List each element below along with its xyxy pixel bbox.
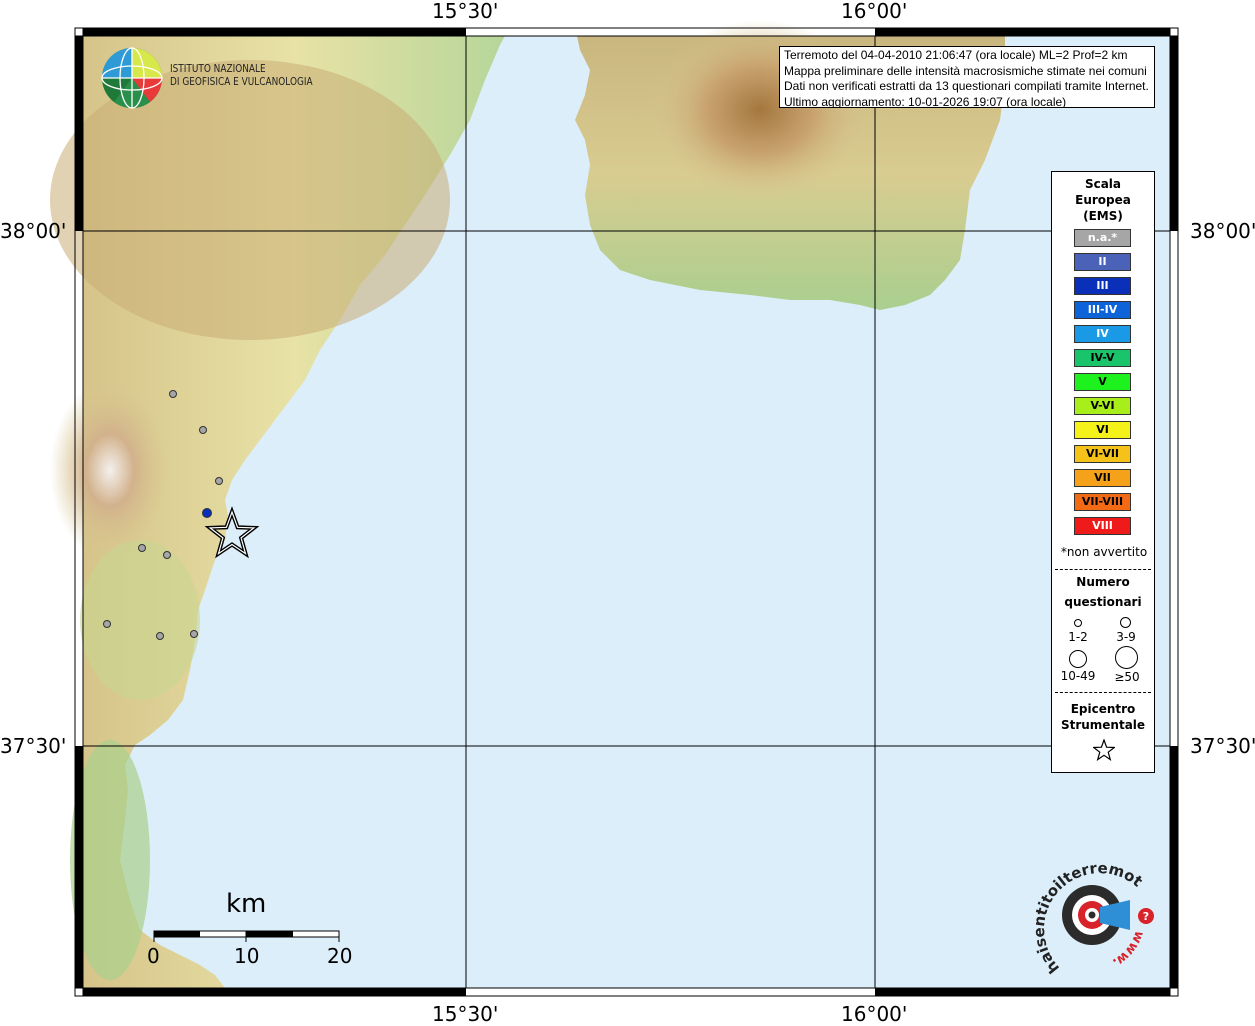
- epicenter-title-1: Epicentro: [1070, 702, 1136, 716]
- lat-label-left-1: 38°00': [0, 219, 67, 243]
- size-circle-small-icon: [1074, 619, 1082, 627]
- point-not-felt[interactable]: [190, 630, 198, 638]
- size-label-50: ≥50: [1114, 670, 1140, 684]
- legend-separator: [1055, 692, 1151, 693]
- legend-title-2: Europea: [1075, 193, 1131, 207]
- ems-class-swatch: III-IV: [1074, 301, 1131, 319]
- scale-tick-20: 20: [327, 944, 353, 968]
- hills-south: [80, 540, 200, 700]
- event-info-box: Terremoto del 04-04-2010 21:06:47 (ora l…: [779, 46, 1155, 108]
- point-not-felt[interactable]: [169, 390, 177, 398]
- legend-title-3: (EMS): [1083, 209, 1123, 223]
- point-not-felt[interactable]: [138, 544, 146, 552]
- ems-class-swatch: IV: [1074, 325, 1131, 343]
- legend-title-1: Scala: [1084, 177, 1122, 191]
- scale-tick-0: 0: [147, 944, 160, 968]
- info-line-event: Terremoto del 04-04-2010 21:06:47 (ora l…: [784, 48, 1128, 62]
- lon-label-top-2: 16°00': [841, 0, 908, 23]
- lat-label-left-2: 37°30': [0, 734, 67, 758]
- ems-class-swatch: VII: [1074, 469, 1131, 487]
- ems-class-swatch: III: [1074, 277, 1131, 295]
- scale-tick-10: 10: [234, 944, 260, 968]
- size-label-3-9: 3-9: [1116, 630, 1136, 644]
- questionnaires-title-2: questionari: [1064, 595, 1142, 609]
- ingv-logo-icon: [101, 47, 163, 109]
- mountain-aspromonte-west: [50, 380, 170, 560]
- brand-url-prefix: www.: [1110, 929, 1147, 970]
- institute-name: ISTITUTO NAZIONALE DI GEOFISICA E VULCAN…: [170, 63, 313, 89]
- lon-label-bottom-2: 16°00': [841, 1002, 908, 1026]
- questionnaires-title-1: Numero: [1076, 575, 1130, 589]
- lat-label-right-2: 37°30': [1190, 734, 1255, 758]
- point-intensity-II[interactable]: [202, 508, 212, 518]
- lat-label-right-1: 38°00': [1190, 219, 1255, 243]
- size-circle-xlarge-icon: [1115, 646, 1138, 669]
- lon-label-bottom-1: 15°30': [432, 1002, 499, 1026]
- svg-text:www.: www.: [1110, 929, 1147, 970]
- ems-class-swatch: VII-VIII: [1074, 493, 1131, 511]
- ems-legend: Scala Europea (EMS) n.a.* II III III-IV IV IV…: [1051, 171, 1155, 773]
- point-not-felt[interactable]: [156, 632, 164, 640]
- info-line-update: Ultimo aggiornamento: 10-01-2026 19:07 (…: [784, 94, 1067, 108]
- info-line-data: Dati non verificati estratti da 13 quest…: [784, 79, 1149, 93]
- epicenter-title-2: Strumentale: [1060, 718, 1146, 732]
- point-not-felt[interactable]: [163, 551, 171, 559]
- size-label-1-2: 1-2: [1068, 630, 1088, 644]
- point-not-felt[interactable]: [215, 477, 223, 485]
- ems-class-swatch: V-VI: [1074, 397, 1131, 415]
- ems-class-swatch: IV-V: [1074, 349, 1131, 367]
- size-circle-medium-icon: [1120, 617, 1131, 628]
- ems-class-swatch: VI: [1074, 421, 1131, 439]
- epicenter-star-icon: [1093, 739, 1115, 761]
- ems-class-swatch: II: [1074, 253, 1131, 271]
- ems-class-swatch: n.a.*: [1074, 229, 1131, 247]
- mountain-sila: [50, 60, 450, 340]
- ems-class-swatch: V: [1074, 373, 1131, 391]
- lon-label-top-1: 15°30': [432, 0, 499, 23]
- institute-line-2: DI GEOFISICA E VULCANOLOGIA: [170, 76, 313, 88]
- info-line-map: Mappa preliminare delle intensità macros…: [784, 63, 1147, 78]
- size-circle-large-icon: [1069, 650, 1087, 668]
- not-felt-note: *non avvertito: [1060, 545, 1148, 559]
- point-not-felt[interactable]: [103, 620, 111, 628]
- legend-separator: [1055, 569, 1151, 570]
- ems-class-swatch: VIII: [1074, 517, 1131, 535]
- point-not-felt[interactable]: [199, 426, 207, 434]
- ems-class-swatch: VI-VII: [1074, 445, 1131, 463]
- institute-line-1: ISTITUTO NAZIONALE: [170, 63, 266, 75]
- scale-bar-unit: km: [226, 889, 267, 919]
- size-label-10-49: 10-49: [1060, 669, 1096, 683]
- brand-text: haisentitoilterremoto.it www.: [0, 0, 1147, 977]
